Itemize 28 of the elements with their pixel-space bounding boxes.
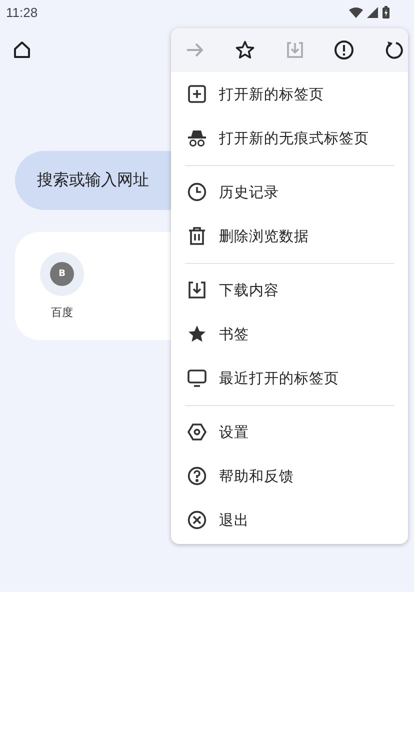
download-icon (187, 280, 207, 300)
plus-square-icon (187, 84, 207, 104)
incognito-icon (187, 128, 207, 148)
menu-item[interactable]: 退出 (171, 498, 408, 542)
settings-icon (187, 422, 207, 442)
menu-item[interactable]: 历史记录 (171, 170, 408, 214)
wifi-icon (349, 6, 363, 18)
clock-icon (187, 182, 207, 202)
shortcut-label: 百度 (51, 305, 73, 320)
monitor-icon (187, 368, 207, 388)
home-icon[interactable] (13, 40, 31, 58)
trash-icon (187, 226, 207, 246)
close-icon (187, 510, 207, 530)
menu-item[interactable]: 打开新的无痕式标签页 (171, 116, 408, 160)
star-icon (187, 324, 207, 344)
menu-item[interactable]: 删除浏览数据 (171, 214, 408, 258)
menu-item[interactable]: 下载内容 (171, 268, 408, 312)
signal-icon (367, 6, 378, 18)
menu-item[interactable]: 打开新的标签页 (171, 72, 408, 116)
menu-item[interactable]: 最近打开的标签页 (171, 356, 408, 400)
battery-icon (382, 6, 390, 18)
help-icon (187, 466, 207, 486)
status-time: 11:28 (6, 4, 38, 20)
menu-item[interactable]: 设置 (171, 410, 408, 454)
menu-item[interactable]: 书签 (171, 312, 408, 356)
menu-item[interactable]: 帮助和反馈 (171, 454, 408, 498)
info-icon[interactable] (332, 38, 356, 62)
site-icon[interactable]: B (40, 252, 84, 296)
